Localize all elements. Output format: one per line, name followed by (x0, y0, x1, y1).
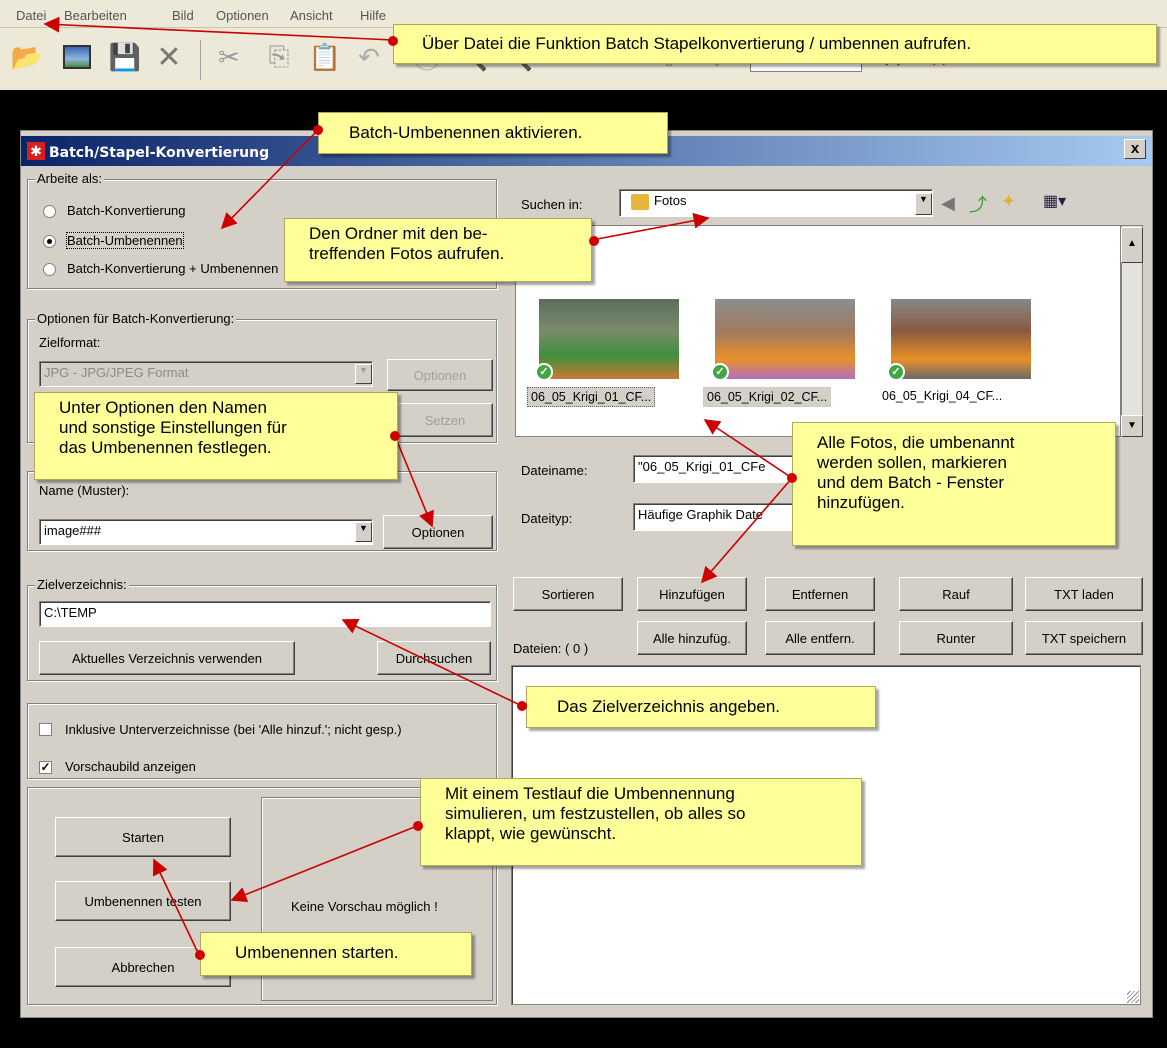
callout-dot (195, 950, 205, 960)
arrow-activate (220, 129, 319, 230)
callout-dot (517, 701, 527, 711)
callout-photos-line3: und dem Batch - Fenster (817, 473, 1005, 492)
callout-dot (313, 125, 323, 135)
arrow-add (700, 477, 793, 584)
callout-dot (589, 236, 599, 246)
callout-photos: Alle Fotos, die umbenannt werden sollen,… (792, 422, 1116, 546)
callout-photos-line2: werden sollen, markieren (817, 453, 1007, 472)
callout-options-line3: das Umbenennen festlegen. (59, 438, 272, 457)
callout-dot (390, 431, 400, 441)
callout-folder-line1: Den Ordner mit den be- (309, 224, 488, 243)
callout-folder-line2: treffenden Fotos aufrufen. (309, 244, 505, 263)
callout-test-line3: klappt, wie gewünscht. (445, 824, 617, 843)
arrow-folder (591, 212, 710, 241)
arrow-target (341, 619, 523, 707)
callout-target-text: Das Zielverzeichnis angeben. (557, 697, 781, 716)
callout-dot (388, 36, 398, 46)
callout-menu-text: Über Datei die Funktion Batch Stapelkonv… (422, 34, 972, 53)
arrow-options (394, 435, 434, 528)
callout-options-line1: Unter Optionen den Namen (59, 398, 267, 417)
callout-options: Unter Optionen den Namen und sonstige Ei… (34, 392, 398, 480)
callout-activate-text: Batch-Umbenennen aktivieren. (349, 123, 583, 142)
callout-start: Umbenennen starten. (200, 932, 472, 976)
callout-folder: Den Ordner mit den be- treffenden Fotos … (284, 218, 592, 282)
callout-photos-line4: hinzufügen. (817, 493, 905, 512)
arrow-test (230, 825, 418, 903)
callout-test-line2: simulieren, um festzustellen, ob alles s… (445, 804, 746, 823)
callout-test: Mit einem Testlauf die Umbennennung simu… (420, 778, 862, 866)
arrow-photos (703, 419, 793, 479)
arrow-start (152, 858, 200, 956)
callout-target: Das Zielverzeichnis angeben. (526, 686, 876, 728)
callout-options-line2: und sonstige Einstellungen für (59, 418, 287, 437)
arrow-menu (43, 16, 394, 41)
callout-photos-line1: Alle Fotos, die umbenannt (817, 433, 1015, 452)
callout-start-text: Umbenennen starten. (235, 943, 399, 962)
callout-dot (787, 473, 797, 483)
callout-activate: Batch-Umbenennen aktivieren. (318, 112, 668, 154)
callout-dot (413, 821, 423, 831)
callout-test-line1: Mit einem Testlauf die Umbennennung (445, 784, 735, 803)
callout-menu: Über Datei die Funktion Batch Stapelkonv… (393, 24, 1157, 64)
